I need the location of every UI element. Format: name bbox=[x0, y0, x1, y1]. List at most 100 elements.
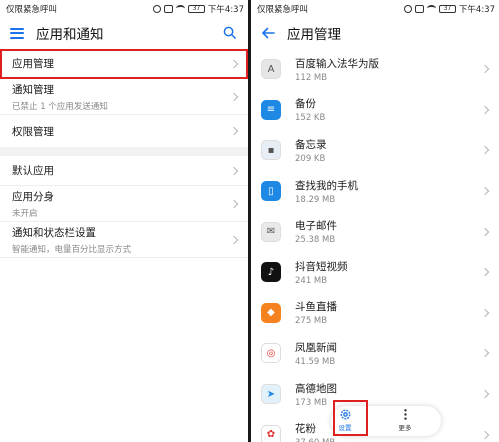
chevron-right-icon bbox=[480, 186, 490, 196]
menu-item-default-apps[interactable]: 默认应用 bbox=[0, 156, 248, 186]
clock-text: 下午4:37 bbox=[458, 4, 495, 15]
menu-item-app-twin[interactable]: 应用分身 未开启 bbox=[0, 186, 248, 222]
menu-item-permission-management[interactable]: 权限管理 bbox=[0, 115, 248, 147]
item-subtitle: 智能通知，电量百分比显示方式 bbox=[12, 244, 132, 255]
app-list: A 百度输入法华为版 112 MB ≡ 备份 152 KB ▪ 备忘录 209 KB ▯ 查找我的手… bbox=[251, 49, 499, 442]
chevron-right-icon bbox=[480, 105, 490, 115]
app-text: 抖音短视频 241 MB bbox=[295, 259, 348, 286]
search-icon[interactable] bbox=[223, 26, 236, 39]
chevron-right-icon bbox=[480, 65, 490, 74]
section-divider bbox=[0, 147, 248, 156]
battery-icon: 37 bbox=[187, 4, 205, 13]
left-screen: 仅限紧急呼叫 37 下午4:37 应用和通知 应用管理 通知管理 已禁止 1 个… bbox=[0, 0, 248, 442]
more-vertical-icon bbox=[403, 409, 407, 420]
item-subtitle: 未开启 bbox=[12, 208, 38, 219]
baidu-input-icon: A bbox=[261, 59, 281, 80]
app-bar: 应用管理 bbox=[251, 17, 499, 49]
wifi-icon bbox=[175, 5, 185, 12]
app-text: 高德地图 173 MB bbox=[295, 381, 337, 408]
app-size: 112 MB bbox=[295, 72, 328, 83]
app-name: 电子邮件 bbox=[295, 220, 337, 233]
chevron-right-icon bbox=[480, 430, 490, 439]
right-screen: 仅限紧急呼叫 37 下午4:37 应用管理 A 百度输入法华为版 112 MB ≡ 备份… bbox=[251, 0, 499, 442]
app-size: 275 MB bbox=[295, 316, 328, 327]
chevron-right-icon bbox=[480, 227, 490, 236]
battery-icon: 37 bbox=[438, 4, 456, 13]
app-list-item[interactable]: ≡ 备份 152 KB bbox=[251, 90, 499, 131]
clock-text: 下午4:37 bbox=[207, 4, 244, 15]
vibrate-icon bbox=[163, 4, 173, 13]
settings-highlight-box bbox=[333, 400, 368, 436]
app-size: 152 KB bbox=[295, 113, 326, 124]
item-title: 权限管理 bbox=[12, 125, 54, 138]
app-name: 凤凰新闻 bbox=[295, 341, 337, 354]
menu-item-notification-statusbar-settings[interactable]: 通知和状态栏设置 智能通知，电量百分比显示方式 bbox=[0, 222, 248, 258]
chevron-right-icon bbox=[480, 268, 490, 277]
app-name: 查找我的手机 bbox=[295, 179, 358, 192]
item-title: 默认应用 bbox=[12, 165, 54, 177]
item-title: 应用分身 bbox=[12, 190, 54, 203]
menu-icon[interactable] bbox=[10, 27, 24, 39]
chevron-right-icon bbox=[480, 389, 490, 399]
app-size: 41.59 MB bbox=[295, 356, 336, 367]
item-subtitle: 已禁止 1 个应用发送通知 bbox=[12, 101, 108, 112]
item-title: 应用管理 bbox=[12, 58, 54, 70]
alarm-icon bbox=[403, 4, 412, 13]
chevron-right-icon bbox=[480, 308, 490, 318]
vibrate-icon bbox=[414, 4, 424, 13]
chevron-right-icon bbox=[480, 146, 490, 155]
app-list-item[interactable]: ◎ 凤凰新闻 41.59 MB bbox=[251, 333, 499, 374]
huafen-icon: ✿ bbox=[261, 424, 281, 442]
app-name: 备忘录 bbox=[295, 138, 327, 151]
carrier-text: 仅限紧急呼叫 bbox=[257, 4, 309, 15]
app-text: 查找我的手机 18.29 MB bbox=[295, 178, 358, 205]
amap-icon: ➤ bbox=[261, 384, 281, 405]
menu-item-notification-management[interactable]: 通知管理 已禁止 1 个应用发送通知 bbox=[0, 79, 248, 115]
app-list-item[interactable]: ♪ 抖音短视频 241 MB bbox=[251, 252, 499, 293]
app-size: 241 MB bbox=[295, 275, 328, 286]
app-text: 百度输入法华为版 112 MB bbox=[295, 56, 379, 83]
app-size: 25.38 MB bbox=[295, 235, 336, 246]
chevron-right-icon bbox=[480, 349, 490, 358]
item-title: 通知和状态栏设置 bbox=[12, 226, 96, 239]
app-name: 备份 bbox=[295, 98, 316, 111]
wifi-icon bbox=[426, 5, 436, 12]
app-name: 高德地图 bbox=[295, 382, 337, 395]
app-name: 斗鱼直播 bbox=[295, 301, 337, 314]
app-text: 花粉 37.60 MB bbox=[295, 421, 335, 442]
app-text: 斗鱼直播 275 MB bbox=[295, 299, 337, 326]
app-name: 花粉 bbox=[295, 423, 316, 436]
page-title: 应用和通知 bbox=[36, 27, 104, 43]
backup-icon: ≡ bbox=[261, 99, 281, 120]
more-label: 更多 bbox=[398, 424, 412, 432]
memo-icon: ▪ bbox=[261, 140, 281, 161]
app-size: 173 MB bbox=[295, 397, 328, 408]
item-title: 通知管理 bbox=[12, 83, 54, 96]
menu-item-app-management[interactable]: 应用管理 bbox=[0, 49, 248, 79]
app-text: 凤凰新闻 41.59 MB bbox=[295, 340, 337, 367]
more-button[interactable]: 更多 bbox=[391, 408, 419, 438]
douyin-icon: ♪ bbox=[261, 262, 281, 283]
app-name: 抖音短视频 bbox=[295, 260, 348, 273]
back-arrow-icon[interactable] bbox=[261, 26, 275, 40]
carrier-text: 仅限紧急呼叫 bbox=[6, 4, 58, 15]
app-text: 电子邮件 25.38 MB bbox=[295, 218, 337, 245]
app-name: 百度输入法华为版 bbox=[295, 57, 379, 70]
alarm-icon bbox=[152, 4, 161, 13]
ifeng-news-icon: ◎ bbox=[261, 343, 281, 364]
email-icon: ✉ bbox=[261, 221, 281, 242]
find-phone-icon: ▯ bbox=[261, 181, 281, 202]
app-list-item[interactable]: ✉ 电子邮件 25.38 MB bbox=[251, 211, 499, 252]
app-size: 209 KB bbox=[295, 153, 326, 164]
app-list-item[interactable]: ▪ 备忘录 209 KB bbox=[251, 130, 499, 171]
app-list-item[interactable]: A 百度输入法华为版 112 MB bbox=[251, 49, 499, 90]
app-text: 备份 152 KB bbox=[295, 96, 325, 123]
app-text: 备忘录 209 KB bbox=[295, 137, 327, 164]
app-size: 18.29 MB bbox=[295, 194, 336, 205]
status-bar: 仅限紧急呼叫 37 下午4:37 bbox=[251, 0, 499, 17]
page-title: 应用管理 bbox=[287, 27, 341, 43]
app-list-item[interactable]: ▯ 查找我的手机 18.29 MB bbox=[251, 171, 499, 212]
app-list-item[interactable]: ◆ 斗鱼直播 275 MB bbox=[251, 293, 499, 334]
douyu-icon: ◆ bbox=[261, 302, 281, 323]
app-size: 37.60 MB bbox=[295, 438, 335, 442]
